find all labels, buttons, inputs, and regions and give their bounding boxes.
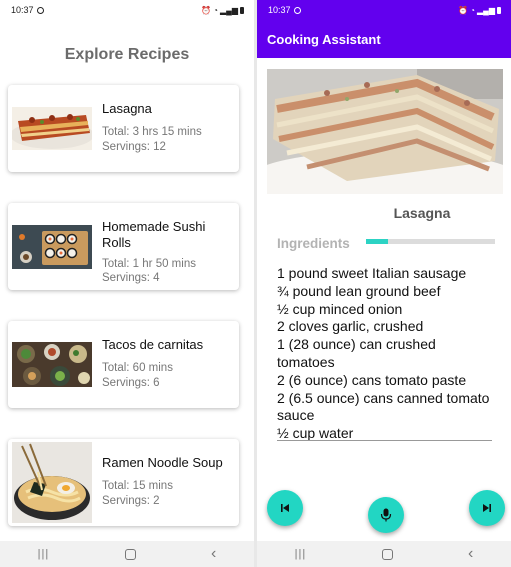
- recipe-servings: Servings: 6: [102, 377, 160, 389]
- recipe-total-time: Total: 15 mins: [102, 480, 173, 492]
- recipe-card-tacos[interactable]: Tacos de carnitas Total: 60 mins Serving…: [8, 321, 239, 408]
- recipe-hero-image: [267, 69, 503, 194]
- wifi-icon: ◔: [470, 5, 476, 15]
- recipe-name: Tacos de carnitas: [102, 337, 204, 352]
- navigation-bar: ||| ‹: [0, 541, 254, 567]
- recipe-title: Lasagna: [393, 205, 451, 221]
- recipe-total-time: Total: 1 hr 50 mins: [102, 258, 196, 270]
- recipe-thumbnail: [12, 342, 92, 387]
- home-icon[interactable]: [381, 548, 393, 560]
- microphone-button[interactable]: [368, 497, 404, 533]
- status-time: 10:37: [268, 5, 291, 15]
- recipe-list-screen: 10:37 ⏰ ◔ ▂▄▆ Explore Recipes Lasagna To…: [0, 0, 254, 567]
- recipe-total-time: Total: 3 hrs 15 mins: [102, 126, 202, 138]
- recipe-thumbnail: [12, 442, 92, 523]
- status-icons: ⏰ ◔ ▂▄▆: [458, 6, 501, 15]
- ingredients-list[interactable]: 1 pound sweet Italian sausage ¾ pound le…: [277, 265, 492, 441]
- recipe-name: Lasagna: [102, 101, 152, 116]
- recipe-card-sushi[interactable]: Homemade Sushi Rolls Total: 1 hr 50 mins…: [8, 203, 239, 290]
- ingredient-item: 2 (6 ounce) cans tomato paste: [277, 371, 467, 388]
- ingredient-item: 1 pound sweet Italian sausage: [277, 265, 467, 281]
- app-bar: Cooking Assistant: [257, 20, 511, 58]
- recipe-detail-screen: 10:37 ⏰ ◔ ▂▄▆ Cooking Assistant Lasagna …: [257, 0, 511, 567]
- alarm-icon: ⏰: [201, 5, 212, 15]
- home-icon[interactable]: [124, 548, 136, 560]
- ingredient-item: 2 cloves garlic, crushed: [277, 318, 424, 335]
- alarm-icon: ⏰: [458, 5, 469, 15]
- ingredient-item: 1 (28 ounce) can crushed tomatoes: [277, 336, 436, 370]
- back-icon[interactable]: ‹: [468, 545, 473, 563]
- signal-icon: ▂▄▆: [220, 5, 238, 15]
- recipe-name: Ramen Noodle Soup: [102, 455, 223, 470]
- battery-icon: [240, 6, 244, 14]
- status-bar: 10:37 ⏰ ◔ ▂▄▆: [257, 0, 511, 20]
- recipe-servings: Servings: 4: [102, 272, 160, 284]
- recipe-card-ramen[interactable]: Ramen Noodle Soup Total: 15 mins Serving…: [8, 439, 239, 526]
- microphone-icon: [380, 508, 392, 522]
- recipe-thumbnail: [12, 225, 92, 269]
- ingredient-item: 2 (6.5 ounce) cans canned tomato sauce: [277, 389, 490, 424]
- previous-button[interactable]: [267, 490, 303, 526]
- section-label: Ingredients: [277, 236, 350, 251]
- wifi-icon: ◔: [213, 5, 219, 15]
- recents-icon[interactable]: |||: [295, 548, 307, 560]
- back-icon[interactable]: ‹: [211, 545, 216, 563]
- ingredient-item: ½ cup minced onion: [277, 300, 403, 317]
- app-title: Cooking Assistant: [267, 32, 381, 47]
- skip-next-icon: [483, 504, 491, 512]
- status-icons: ⏰ ◔ ▂▄▆: [201, 6, 244, 15]
- recipe-total-time: Total: 60 mins: [102, 362, 173, 374]
- recipe-name: Homemade Sushi Rolls: [102, 219, 206, 250]
- recipe-servings: Servings: 12: [102, 141, 166, 153]
- battery-icon: [497, 6, 501, 14]
- signal-icon: ▂▄▆: [477, 5, 495, 15]
- navigation-bar: ||| ‹: [257, 541, 511, 567]
- next-button[interactable]: [469, 490, 505, 526]
- skip-previous-icon: [281, 504, 289, 512]
- ingredient-item: ¾ pound lean ground beef: [277, 282, 441, 299]
- notification-icon: [293, 6, 301, 14]
- recipe-card-lasagna[interactable]: Lasagna Total: 3 hrs 15 mins Servings: 1…: [8, 85, 239, 172]
- notification-icon: [36, 6, 44, 14]
- page-title: Explore Recipes: [64, 46, 190, 63]
- status-time: 10:37: [11, 5, 34, 15]
- recipe-thumbnail: [12, 107, 92, 150]
- ingredient-item: ½ cup water: [277, 425, 354, 441]
- recipe-servings: Servings: 2: [102, 495, 160, 507]
- status-bar: 10:37 ⏰ ◔ ▂▄▆: [0, 0, 254, 20]
- recents-icon[interactable]: |||: [38, 548, 50, 560]
- reading-progress-bar: [366, 239, 495, 244]
- progress-fill: [366, 239, 388, 244]
